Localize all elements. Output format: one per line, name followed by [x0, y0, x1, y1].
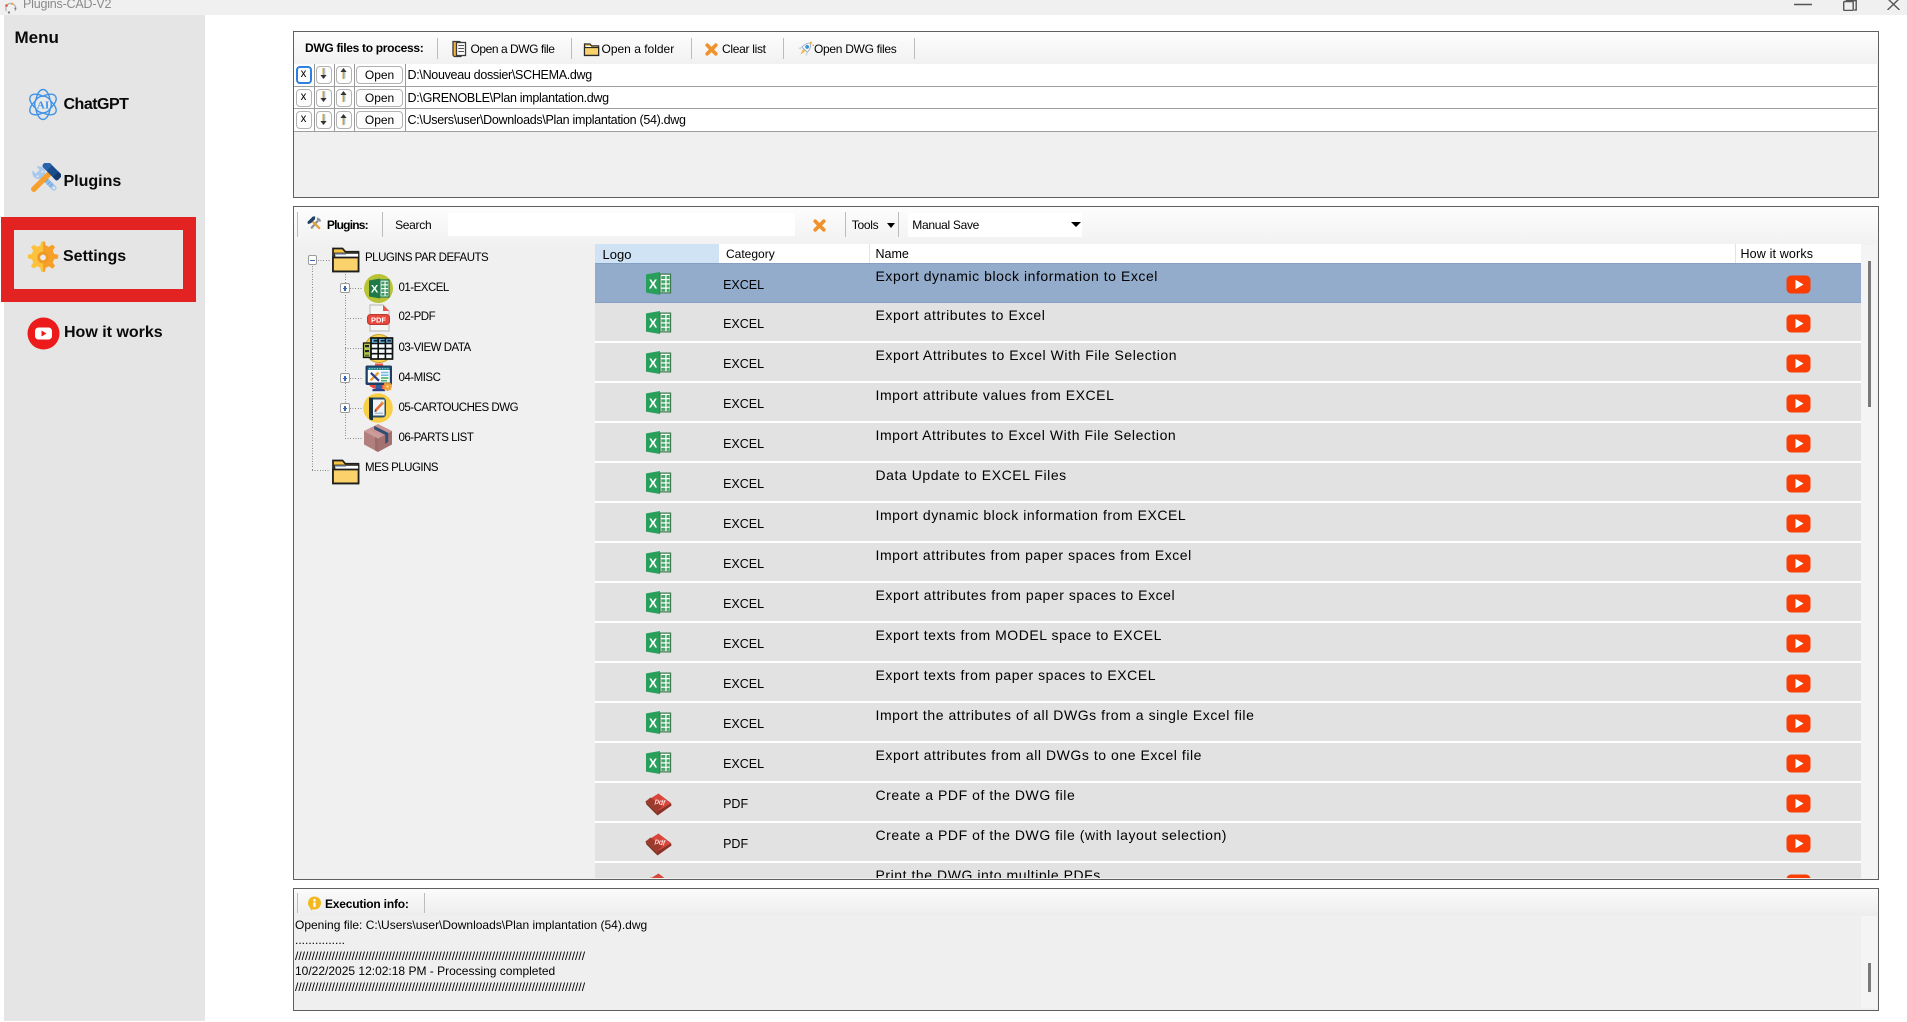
- svg-text:X: X: [648, 355, 657, 370]
- svg-text:PDF: PDF: [371, 315, 386, 324]
- svg-text:X: X: [648, 675, 657, 690]
- svg-text:X: X: [648, 315, 657, 330]
- svg-text:X: X: [648, 635, 657, 650]
- svg-text:AI: AI: [37, 100, 49, 112]
- svg-text:X: X: [648, 555, 657, 570]
- svg-text:X: X: [648, 276, 657, 291]
- svg-text:pdf: pdf: [653, 876, 666, 878]
- svg-text:X: X: [648, 755, 657, 770]
- svg-text:X: X: [648, 595, 657, 610]
- svg-text:X: X: [648, 715, 657, 730]
- svg-text:X: X: [648, 435, 657, 450]
- svg-text:X: X: [648, 475, 657, 490]
- svg-text:X: X: [648, 395, 657, 410]
- svg-text:X: X: [370, 284, 378, 296]
- svg-text:X: X: [648, 515, 657, 530]
